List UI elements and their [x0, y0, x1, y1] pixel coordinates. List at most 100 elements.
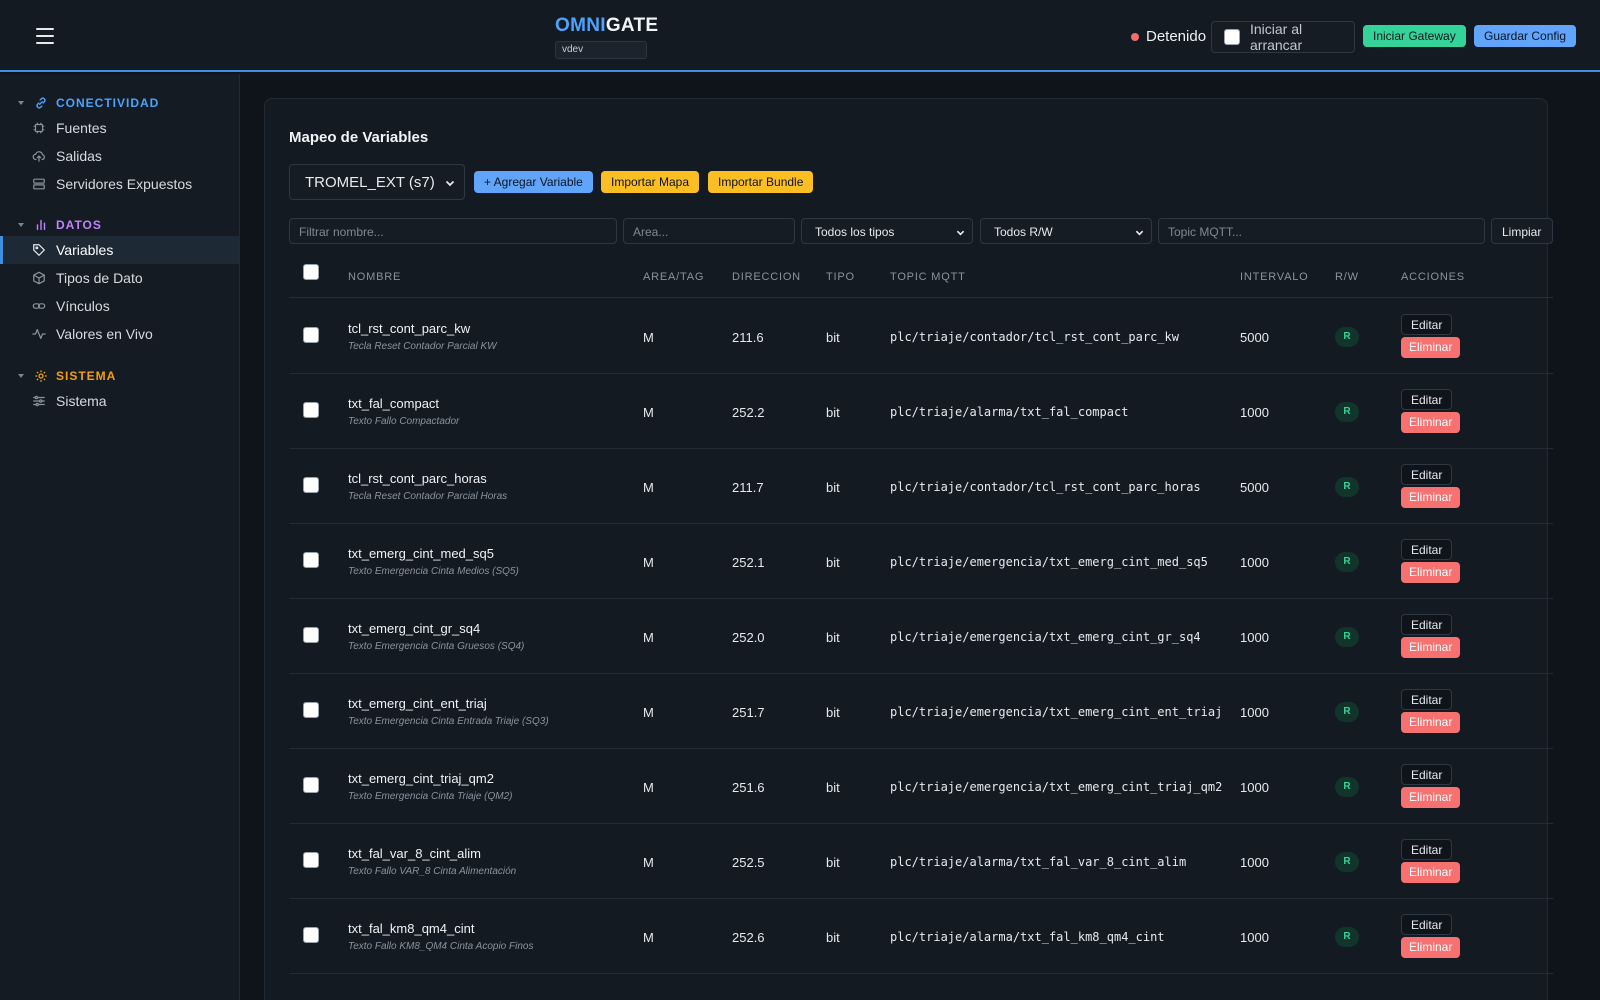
filter-name-input[interactable]: Filtrar nombre... [289, 218, 617, 244]
sidebar-item-vinculos[interactable]: Vínculos [0, 292, 239, 320]
section-title: DATOS [56, 218, 102, 232]
variable-topic: plc/triaje/contador/tcl_rst_cont_parc_kw [890, 330, 1179, 344]
edit-button[interactable]: Editar [1401, 839, 1453, 860]
section-conectividad[interactable]: CONECTIVIDAD [0, 96, 159, 110]
sidebar-item-valores[interactable]: Valores en Vivo [0, 320, 239, 348]
sidebar-item-label: Variables [56, 242, 114, 258]
variable-address: 211.6 [732, 330, 764, 345]
row-checkbox[interactable] [303, 552, 319, 568]
sidebar-item-variables[interactable]: Variables [0, 236, 239, 264]
table-row: txt_emerg_cint_gr_sq4 Texto Emergencia Ci… [289, 599, 1553, 674]
delete-button[interactable]: Eliminar [1401, 637, 1461, 658]
edit-button[interactable]: Editar [1401, 314, 1453, 335]
table-row: txt_fal_km8_qm4_cint Texto Fallo KM8_QM4 … [289, 899, 1553, 974]
variable-type: bit [826, 930, 840, 945]
rw-badge: R [1335, 327, 1359, 347]
caret-down-icon [18, 223, 24, 227]
sidebar-item-servidores[interactable]: Servidores Expuestos [0, 170, 239, 198]
variable-interval: 1000 [1240, 705, 1269, 720]
cloud-upload-icon [32, 151, 45, 162]
start-gateway-button[interactable]: Iniciar Gateway [1363, 25, 1466, 47]
row-checkbox[interactable] [303, 402, 319, 418]
add-variable-button[interactable]: + Agregar Variable [474, 171, 593, 193]
variable-interval: 1000 [1240, 630, 1269, 645]
table-row: txt_emerg_cint_med_sq5 Texto Emergencia C… [289, 524, 1553, 599]
delete-button[interactable]: Eliminar [1401, 337, 1461, 358]
brand-part-a: OMNI [555, 15, 606, 36]
row-checkbox[interactable] [303, 327, 319, 343]
variables-panel: Mapeo de Variables TROMEL_EXT (s7) + Agr… [264, 98, 1553, 1000]
filter-rw-select[interactable]: Todos R/W [980, 218, 1152, 244]
autostart-checkbox[interactable] [1224, 29, 1240, 45]
variable-name: txt_emerg_cint_triaj_qm2 [348, 771, 494, 786]
edit-button[interactable]: Editar [1401, 614, 1453, 635]
variable-address: 252.2 [732, 405, 765, 420]
sidebar-item-label: Sistema [56, 393, 107, 409]
delete-button[interactable]: Eliminar [1401, 937, 1461, 958]
link-icon [36, 97, 46, 109]
autostart-toggle[interactable]: Iniciar al arrancar [1211, 21, 1355, 53]
variable-name: tcl_rst_cont_parc_horas [348, 471, 487, 486]
hamburger-menu-icon[interactable] [36, 28, 54, 44]
variable-type: bit [826, 405, 840, 420]
save-config-button[interactable]: Guardar Config [1474, 25, 1577, 47]
sidebar-item-sistema[interactable]: Sistema [0, 387, 239, 415]
col-header-rw: R/W [1335, 271, 1359, 283]
delete-button[interactable]: Eliminar [1401, 562, 1461, 583]
delete-button[interactable]: Eliminar [1401, 712, 1461, 733]
row-checkbox[interactable] [303, 777, 319, 793]
filter-topic-input[interactable]: Topic MQTT... [1158, 218, 1485, 244]
sidebar-item-label: Valores en Vivo [56, 326, 153, 342]
variable-type: bit [826, 480, 840, 495]
chevron-down-icon [445, 180, 455, 187]
edit-button[interactable]: Editar [1401, 464, 1453, 485]
section-sistema[interactable]: SISTEMA [0, 369, 116, 383]
section-datos[interactable]: DATOS [0, 218, 102, 232]
rw-badge: R [1335, 477, 1359, 497]
rw-badge: R [1335, 402, 1359, 422]
chevron-down-icon [1135, 230, 1144, 236]
table-row: txt_fal_var_8_cint_alim Texto Fallo VAR_8… [289, 824, 1553, 899]
tag-icon [33, 244, 46, 257]
variable-address: 252.0 [732, 630, 765, 645]
variable-topic: plc/triaje/contador/tcl_rst_cont_parc_ho… [890, 480, 1201, 494]
sidebar-item-tipos[interactable]: Tipos de Dato [0, 264, 239, 292]
row-checkbox[interactable] [303, 927, 319, 943]
variable-area: M [643, 330, 654, 345]
source-select[interactable]: TROMEL_EXT (s7) [289, 164, 465, 200]
variable-topic: plc/triaje/alarma/txt_fal_km8_qm4_cint [890, 930, 1165, 944]
filter-area-input[interactable]: Area... [623, 218, 795, 244]
delete-button[interactable]: Eliminar [1401, 412, 1461, 433]
variable-description: Texto Emergencia Cinta Entrada Triaje (S… [348, 716, 549, 727]
select-all-checkbox[interactable] [303, 264, 319, 280]
edit-button[interactable]: Editar [1401, 539, 1453, 560]
variable-topic: plc/triaje/alarma/txt_fal_compact [890, 405, 1129, 419]
import-map-button[interactable]: Importar Mapa [601, 171, 700, 193]
variable-area: M [643, 555, 654, 570]
import-bundle-button[interactable]: Importar Bundle [708, 171, 814, 193]
brand-part-b: GATE [605, 15, 659, 36]
caret-down-icon [18, 101, 24, 105]
col-header-topic: TOPIC MQTT [890, 271, 966, 283]
sidebar-item-salidas[interactable]: Salidas [0, 142, 239, 170]
sidebar-item-fuentes[interactable]: Fuentes [0, 114, 239, 142]
filter-type-value: Todos los tipos [815, 225, 895, 239]
edit-button[interactable]: Editar [1401, 914, 1453, 935]
row-checkbox[interactable] [303, 627, 319, 643]
row-checkbox[interactable] [303, 852, 319, 868]
edit-button[interactable]: Editar [1401, 389, 1453, 410]
delete-button[interactable]: Eliminar [1401, 787, 1461, 808]
variable-description: Tecla Reset Contador Parcial Horas [348, 491, 508, 502]
row-checkbox[interactable] [303, 702, 319, 718]
clear-filters-button[interactable]: Limpiar [1491, 218, 1553, 244]
variable-area: M [643, 405, 654, 420]
edit-button[interactable]: Editar [1401, 689, 1453, 710]
variable-interval: 5000 [1240, 480, 1269, 495]
delete-button[interactable]: Eliminar [1401, 862, 1461, 883]
edit-button[interactable]: Editar [1401, 764, 1453, 785]
caret-down-icon [18, 374, 24, 378]
filter-type-select[interactable]: Todos los tipos [801, 218, 973, 244]
delete-button[interactable]: Eliminar [1401, 487, 1461, 508]
row-checkbox[interactable] [303, 477, 319, 493]
variable-description: Texto Emergencia Cinta Triaje (QM2) [348, 791, 513, 802]
